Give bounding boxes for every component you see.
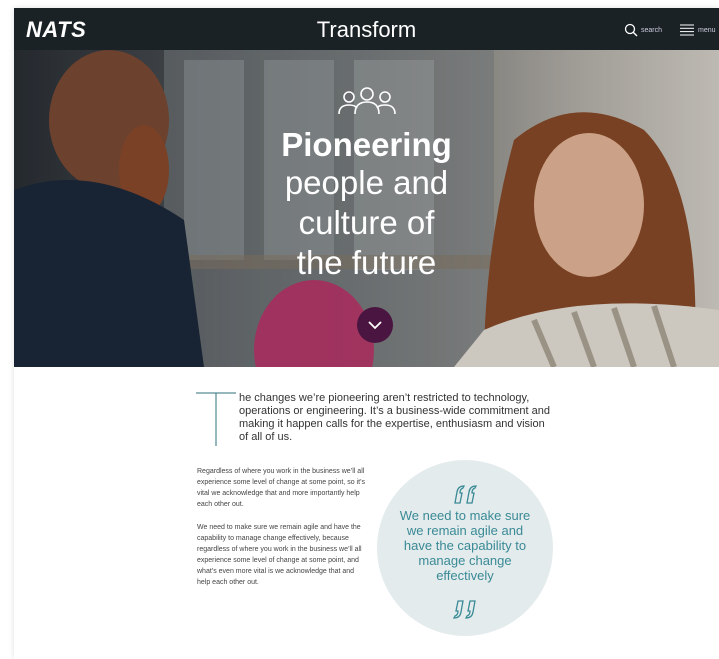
menu-button[interactable]: menu xyxy=(680,21,716,39)
hero-heading-bold: Pioneering xyxy=(281,126,452,163)
search-icon xyxy=(624,23,638,37)
pull-quote-text: We need to make sure we remain agile and… xyxy=(399,508,531,583)
hero-heading-line-2: culture of xyxy=(298,204,435,241)
hamburger-menu-icon xyxy=(680,24,694,36)
hero-heading-line-1: people and xyxy=(284,164,449,201)
page-title: Transform xyxy=(316,17,417,42)
top-navigation-bar: NATS Transform search menu xyxy=(14,8,719,50)
close-quote-icon xyxy=(452,600,476,619)
people-group-icon xyxy=(337,87,396,115)
pull-quote: We need to make sure we remain agile and… xyxy=(377,460,553,636)
scroll-down-button[interactable] xyxy=(357,307,393,343)
body-paragraph-1: Regardless of where you work in the busi… xyxy=(197,468,365,508)
hero-banner: Pioneering people and culture of the fut… xyxy=(14,50,719,367)
drop-cap-letter xyxy=(196,392,236,446)
search-button[interactable]: search xyxy=(624,21,662,39)
open-quote-icon xyxy=(454,485,478,504)
intro-section: he changes we’re pioneering aren’t restr… xyxy=(196,392,556,446)
page-frame: NATS Transform search menu Pioneering pe… xyxy=(14,8,719,659)
body-paragraph-2: We need to make sure we remain agile and… xyxy=(197,524,362,586)
chevron-down-icon xyxy=(368,321,382,330)
hero-heading-line-3: the future xyxy=(296,244,437,281)
search-label: search xyxy=(641,26,663,34)
hero-heading-block: Pioneering people and culture of the fut… xyxy=(14,86,719,283)
menu-label: menu xyxy=(698,26,716,34)
body-text-column: Regardless of where you work in the busi… xyxy=(197,466,367,600)
intro-paragraph: he changes we’re pioneering aren’t restr… xyxy=(239,392,551,443)
